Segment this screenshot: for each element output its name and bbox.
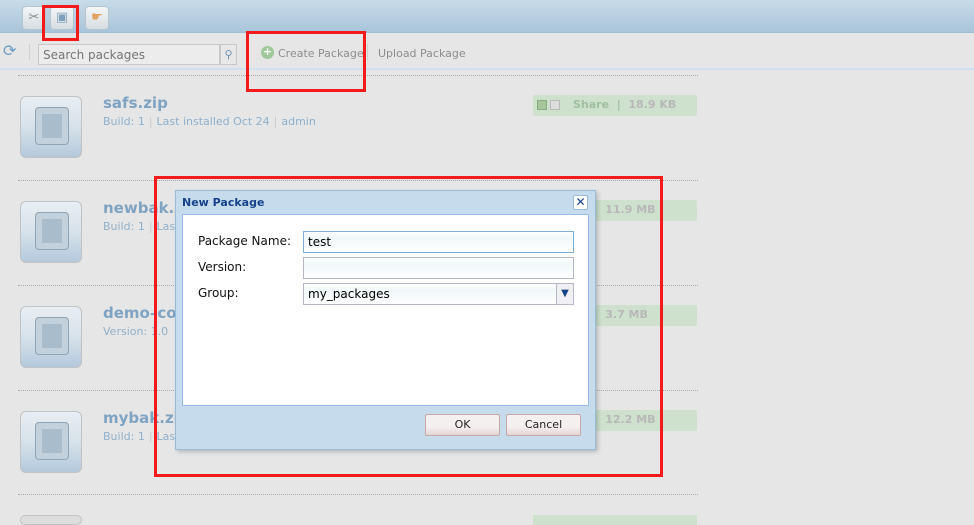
share-bar: [533, 515, 697, 525]
build: Build: 1: [103, 430, 145, 443]
search-icon[interactable]: ⚲: [220, 44, 237, 65]
toolbar: ⟳ ⚲ + Create Package Upload Package: [0, 34, 974, 70]
build: Build: 1: [103, 115, 145, 128]
package-row: safs.zip Build: 1 | Last installed Oct 24 |…: [0, 94, 700, 186]
top-bar: ✂ ▣ ☛: [0, 0, 974, 33]
build: Build: 1: [103, 220, 145, 233]
status-icon: [537, 100, 547, 110]
last-installed: Last installed Oct 24: [156, 115, 270, 128]
divider: [29, 44, 30, 60]
highlight-box: [154, 176, 663, 477]
package-meta: Build: 1 | Last installed Oct 24 | admin: [103, 115, 316, 128]
share-bar: Share | 18.9 KB: [533, 95, 697, 116]
package-icon: [20, 515, 82, 525]
package-icon[interactable]: [20, 201, 82, 263]
refresh-icon[interactable]: ⟳: [3, 43, 16, 59]
user: admin: [281, 115, 316, 128]
divider: [367, 44, 368, 60]
package-icon[interactable]: [20, 306, 82, 368]
share-hand-icon[interactable]: ☛: [85, 6, 109, 30]
share-link[interactable]: Share: [573, 98, 609, 111]
search-input[interactable]: [38, 44, 220, 65]
highlight-box: [246, 31, 366, 92]
status-icon: [550, 100, 560, 110]
package-icon[interactable]: [20, 411, 82, 473]
package-size: 18.9 KB: [628, 98, 677, 111]
highlight-box: [42, 5, 79, 41]
upload-package-button[interactable]: Upload Package: [378, 47, 466, 60]
package-icon[interactable]: [20, 96, 82, 158]
package-name[interactable]: safs.zip: [103, 94, 168, 112]
